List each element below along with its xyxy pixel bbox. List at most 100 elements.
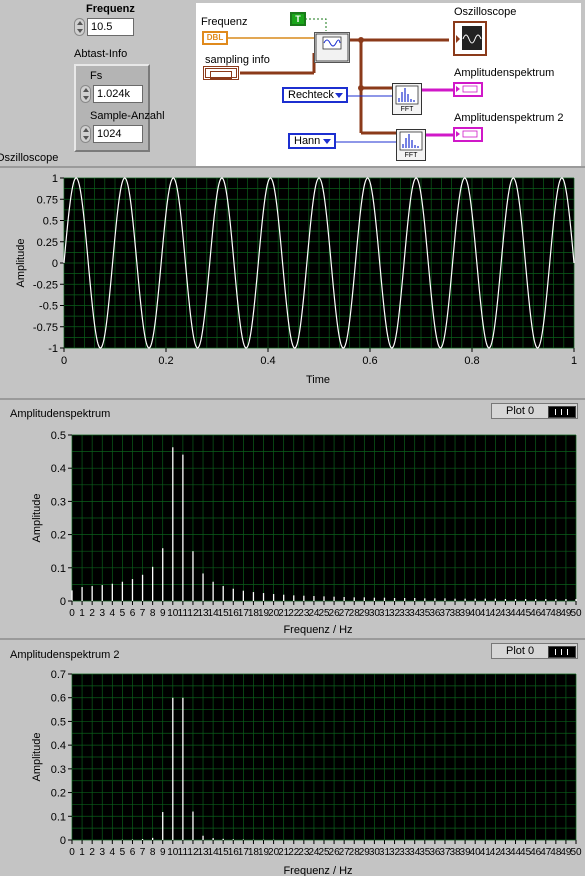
x-tick-label: 3 [99, 847, 105, 858]
x-tick-label: 7 [140, 608, 146, 619]
spectrum1-terminal[interactable] [453, 82, 483, 97]
y-tick-label: 0.3 [51, 764, 66, 776]
fs-control[interactable]: 1.024k [80, 85, 143, 103]
x-tick-label: 7 [140, 847, 146, 858]
rechteck-window-value: Rechteck [288, 89, 334, 101]
rechteck-window-ring[interactable]: Rechteck [282, 87, 348, 103]
oszilloscope-xlabel: Time [306, 374, 330, 386]
x-tick-label: 2 [89, 608, 95, 619]
y-tick-label: -0.5 [39, 301, 58, 313]
x-tick-label: 0 [61, 355, 67, 367]
x-tick-label: 1 [571, 355, 577, 367]
x-tick-label: 6 [130, 847, 136, 858]
fs-increment-decrement[interactable] [80, 85, 91, 103]
spectrum1-plot: 0 1 2 3 4 5 6 7 8 9 10 11 12131415161718192021222324… [31, 430, 582, 636]
x-tick-label: 50 [570, 847, 582, 858]
x-tick-label: 9 [160, 608, 166, 619]
x-tick-label: 6 [130, 608, 136, 619]
y-tick-label: 0.4 [51, 463, 66, 475]
x-tick-label: 4 [110, 847, 116, 858]
x-tick-label: 0.6 [362, 355, 377, 367]
x-tick-label: 2 [89, 847, 95, 858]
y-tick-label: 0 [60, 835, 66, 847]
x-tick-label: 8 [150, 608, 156, 619]
bd-sampling-label: sampling info [205, 54, 270, 66]
y-tick-label: 0.3 [51, 496, 66, 508]
x-tick-label: 8 [150, 847, 156, 858]
y-tick-label: 0.5 [43, 216, 58, 228]
x-tick-label: 0.8 [464, 355, 479, 367]
y-tick-label: -0.25 [33, 279, 58, 291]
x-tick-label: 5 [120, 847, 126, 858]
y-tick-label: -1 [48, 343, 58, 355]
spectrum1-xlabel: Frequenz / Hz [283, 624, 352, 636]
sample-anzahl-increment-decrement[interactable] [80, 125, 91, 143]
bd-spectrum1-label: Amplitudenspektrum [454, 67, 555, 79]
spectrum2-xlabel: Frequenz / Hz [283, 865, 352, 876]
y-tick-label: 0.5 [51, 430, 66, 442]
frequenz-label: Frequenz [86, 3, 135, 15]
y-tick-label: -0.75 [33, 322, 58, 334]
y-tick-label: 0.25 [37, 237, 58, 249]
oszilloscope-plot: 0 0.2 0.4 0.6 0.8 1 1 0.75 0.5 0.25 0 -0.25 -0.5 -0.7… [15, 173, 577, 386]
y-tick-label: 1 [52, 173, 58, 185]
spectrum2-graph: Amplitudenspektrum 2 Plot 0 0 1 2 3 4 5 6 7 8 9 10… [0, 638, 585, 876]
hann-window-value: Hann [294, 135, 321, 147]
spectrum2-plot-legend[interactable]: Plot 0 [491, 643, 578, 659]
y-tick-label: 0.7 [51, 669, 66, 681]
y-tick-label: 0.6 [51, 693, 66, 705]
y-tick-label: 0 [60, 596, 66, 608]
fft-spectrum-icon [399, 131, 423, 151]
x-tick-label: 1 [79, 608, 85, 619]
sample-anzahl-control[interactable]: 1024 [80, 125, 143, 143]
fft-spectrum-vi-1[interactable]: FFT [392, 83, 422, 115]
frequenz-terminal[interactable]: DBL [202, 31, 228, 45]
bd-oszilloscope-label: Oszilloscope [454, 6, 517, 18]
spectrum1-legend-label: Plot 0 [506, 405, 535, 417]
hann-window-ring[interactable]: Hann [288, 133, 336, 149]
x-tick-label: 0.4 [260, 355, 275, 367]
oszilloscope-graph: 0 0.2 0.4 0.6 0.8 1 1 0.75 0.5 0.25 0 -0.25 -0.5 -0.7… [0, 166, 585, 398]
x-tick-label: 0 [69, 847, 75, 858]
sine-generator-icon [315, 33, 349, 62]
fft-label: FFT [400, 106, 414, 113]
plot-line-style-icon [548, 406, 576, 418]
frequenz-control[interactable]: 10.5 [74, 18, 134, 36]
fs-label: Fs [90, 70, 103, 82]
spectrum2-plot: 0 1 2 3 4 5 6 7 8 9 10 11 12131415161718192021222324… [31, 669, 582, 876]
oszilloscope-terminal[interactable] [453, 21, 487, 56]
spectrum1-plot-legend[interactable]: Plot 0 [491, 403, 578, 419]
bd-frequenz-label: Frequenz [201, 16, 248, 28]
block-diagram-snippet: Frequenz DBL sampling info T Oszilloscop… [196, 3, 581, 166]
dropdown-arrow-icon [335, 93, 343, 98]
sampling-info-terminal[interactable] [203, 66, 239, 80]
frequenz-increment-decrement[interactable] [74, 18, 85, 36]
oszilloscope-ylabel: Amplitude [15, 239, 27, 288]
plot-line-style-icon [548, 646, 576, 658]
abtast-info-label: Abtast-Info [74, 48, 128, 60]
spectrum1-ylabel: Amplitude [31, 494, 43, 543]
fft-spectrum-vi-2[interactable]: FFT [396, 129, 426, 161]
fft-spectrum-icon [395, 85, 419, 105]
abtast-info-cluster: Fs 1.024k Sample-Anzahl 1024 [74, 64, 165, 152]
waveform-graph-icon [456, 26, 482, 50]
x-tick-label: 5 [120, 608, 126, 619]
dropdown-arrow-icon [323, 139, 331, 144]
block-diagram-wires [226, 18, 453, 143]
x-tick-label: 3 [99, 608, 105, 619]
x-tick-label: 4 [110, 608, 116, 619]
sample-anzahl-field[interactable]: 1024 [93, 125, 143, 143]
bd-spectrum2-label: Amplitudenspektrum 2 [454, 112, 564, 124]
y-tick-label: 0.1 [51, 811, 66, 823]
sample-anzahl-label: Sample-Anzahl [90, 110, 165, 122]
y-tick-label: 0.75 [37, 194, 58, 206]
spectrum2-terminal[interactable] [453, 127, 483, 142]
y-tick-label: 0.4 [51, 740, 66, 752]
y-tick-label: 0.1 [51, 563, 66, 575]
boolean-constant[interactable]: T [290, 12, 306, 26]
simulate-signal-vi[interactable] [314, 32, 350, 63]
spectrum1-title: Amplitudenspektrum [10, 408, 111, 420]
y-tick-label: 0.2 [51, 788, 66, 800]
frequenz-field[interactable]: 10.5 [87, 18, 134, 36]
fs-field[interactable]: 1.024k [93, 85, 143, 103]
